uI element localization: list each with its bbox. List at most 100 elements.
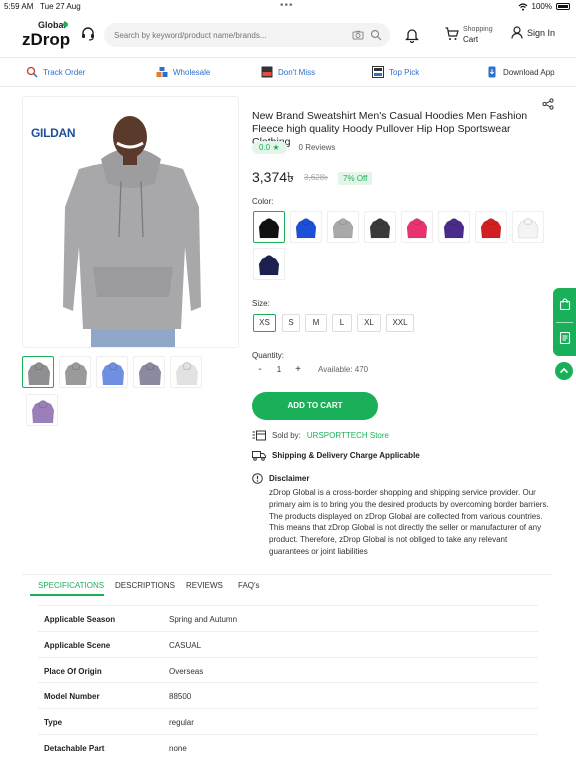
color-swatch[interactable]	[364, 211, 396, 243]
reviews-count[interactable]: 0 Reviews	[299, 143, 336, 152]
top-pick-icon	[372, 66, 384, 78]
nav-track-order[interactable]: Track Order	[26, 66, 85, 78]
truck-icon	[252, 451, 266, 461]
cart-label-top: Shopping	[463, 26, 493, 33]
quantity-label: Quantity:	[252, 351, 285, 360]
quantity-stepper: - 1 + Available: 470	[252, 364, 368, 375]
size-option-m[interactable]: M	[305, 314, 327, 332]
quantity-plus-button[interactable]: +	[290, 364, 306, 375]
color-swatch[interactable]	[512, 211, 544, 243]
spec-key: Applicable Season	[44, 615, 116, 624]
user-icon	[511, 26, 523, 39]
spec-key: Applicable Scene	[44, 640, 111, 650]
spec-row: Detachable Part none	[38, 734, 538, 760]
tab-specifications[interactable]: SPECIFICATIONS	[38, 581, 104, 590]
product-thumbnail[interactable]	[26, 394, 58, 426]
download-app-icon	[488, 66, 496, 78]
color-swatch[interactable]	[253, 211, 285, 243]
battery-percent: 100%	[531, 2, 552, 11]
size-option-xxl[interactable]: XXL	[386, 314, 414, 332]
rating-row: 0.0 ★ 0 Reviews	[252, 140, 335, 154]
color-swatch[interactable]	[253, 248, 285, 280]
top-header: Global zDrop Shopping Cart Sign In	[0, 18, 576, 54]
share-icon[interactable]	[542, 98, 554, 110]
tab-descriptions[interactable]: DESCRIPTIONS	[115, 581, 175, 590]
spec-row: Type regular	[38, 708, 538, 734]
headset-icon[interactable]	[80, 26, 96, 42]
color-swatch[interactable]	[290, 211, 322, 243]
detail-tabs: SPECIFICATIONS DESCRIPTIONS REVIEWS FAQ'…	[22, 574, 553, 596]
size-option-s[interactable]: S	[282, 314, 300, 332]
store-link[interactable]: URSPORTTECH Store	[307, 431, 389, 440]
hoodie-photo: GILDAN	[23, 97, 238, 347]
color-swatch[interactable]	[327, 211, 359, 243]
shipping-row: Shipping & Delivery Charge Applicable	[252, 450, 420, 461]
disclaimer-body: zDrop Global is a cross-border shopping …	[269, 488, 549, 556]
camera-icon[interactable]	[352, 29, 364, 41]
current-price: 3,374৳	[252, 169, 295, 185]
multitask-dots[interactable]: •••	[280, 0, 294, 11]
add-to-cart-button[interactable]: ADD TO CART	[252, 392, 378, 420]
nav-wholesale[interactable]: Wholesale	[156, 66, 210, 78]
spec-row: Applicable Scene CASUAL	[38, 630, 538, 657]
shipping-text: Shipping & Delivery Charge Applicable	[272, 451, 420, 460]
spec-key: Model Number	[44, 692, 100, 702]
store-icon	[252, 430, 266, 441]
color-swatch[interactable]	[475, 211, 507, 243]
search-input[interactable]	[114, 27, 334, 43]
size-option-l[interactable]: L	[332, 314, 352, 332]
notification-bell-icon[interactable]	[405, 27, 419, 43]
size-option-xl[interactable]: XL	[357, 314, 381, 332]
order-list-icon[interactable]	[559, 332, 571, 344]
sold-by-row: Sold by: URSPORTTECH Store	[252, 430, 389, 441]
tab-faqs[interactable]: FAQ's	[238, 581, 260, 590]
disclaimer-heading: Disclaimer	[252, 473, 309, 484]
chevron-up-icon	[559, 367, 569, 374]
star-icon: ★	[272, 142, 280, 152]
nav-label: Don't Miss	[278, 67, 316, 77]
best-price-icon	[261, 66, 273, 78]
wholesale-icon	[156, 67, 168, 77]
nav-label: Track Order	[43, 67, 86, 77]
product-thumbnail[interactable]	[133, 356, 165, 388]
search-icon[interactable]	[370, 29, 382, 41]
battery-icon	[556, 3, 570, 10]
spec-row: Applicable Season Spring and Autumn	[38, 605, 538, 631]
product-thumbnail[interactable]	[22, 356, 54, 388]
nav-download-app[interactable]: Download App	[486, 66, 555, 78]
quantity-minus-button[interactable]: -	[252, 364, 268, 375]
logo-dot	[63, 22, 68, 27]
side-separator	[556, 322, 573, 323]
color-swatch[interactable]	[401, 211, 433, 243]
sold-by-label: Sold by:	[272, 431, 301, 440]
product-thumbnail[interactable]	[96, 356, 128, 388]
product-thumbnail[interactable]	[170, 356, 202, 388]
color-label: Color:	[252, 197, 274, 206]
search-bar[interactable]	[104, 23, 390, 47]
shopping-bag-icon[interactable]	[559, 298, 571, 310]
quantity-value[interactable]: 1	[268, 365, 290, 374]
tab-reviews[interactable]: REVIEWS	[186, 581, 223, 590]
size-option-xs[interactable]: XS	[253, 314, 276, 332]
scroll-to-top-button[interactable]	[555, 362, 573, 380]
spec-value: Overseas	[169, 666, 204, 676]
zdrop-logo[interactable]: Global zDrop	[22, 20, 72, 50]
sign-in-button[interactable]: Sign In	[511, 26, 555, 39]
size-label: Size:	[252, 299, 270, 308]
spec-value: none	[169, 744, 187, 753]
shopping-cart-button[interactable]: Shopping Cart	[445, 24, 505, 48]
header-divider	[0, 57, 576, 58]
spec-value: 88500	[169, 692, 192, 702]
product-thumbnail[interactable]	[59, 356, 91, 388]
color-swatch[interactable]	[438, 211, 470, 243]
nav-dont-miss[interactable]: Don't Miss	[261, 66, 315, 78]
track-order-icon	[26, 66, 38, 78]
product-main-image[interactable]: GILDAN	[22, 96, 239, 348]
quick-nav: Track Order Wholesale Don't Miss Top Pic…	[0, 62, 576, 84]
thumbnail-strip	[22, 356, 222, 426]
nav-label: Top Pick	[389, 67, 420, 77]
nav-top-pick[interactable]: Top Pick	[372, 66, 419, 78]
rating-value: 0.0	[259, 142, 271, 152]
spec-key: Place Of Origin	[44, 666, 102, 676]
logo-zdrop-text: zDrop	[22, 30, 71, 49]
